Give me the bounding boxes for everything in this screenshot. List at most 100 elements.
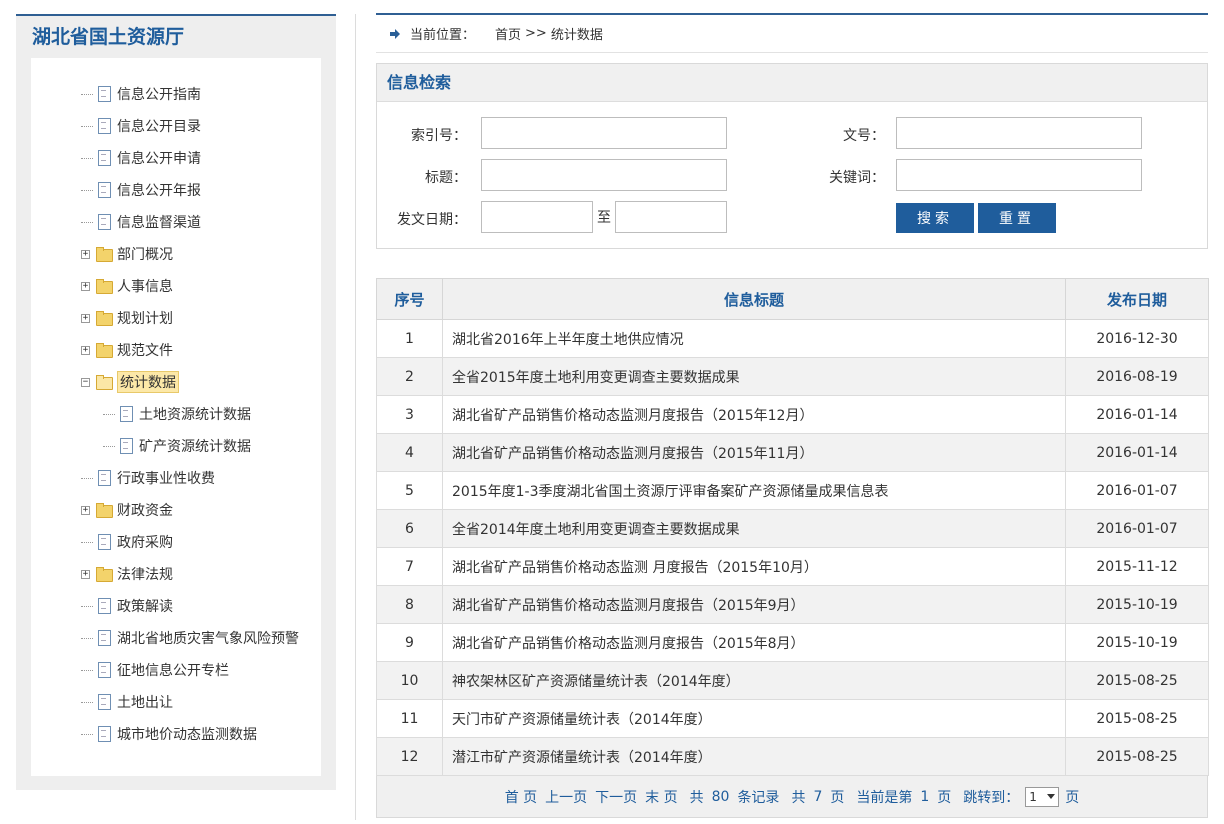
sidebar-item[interactable]: + 财政资金 bbox=[81, 494, 173, 526]
sidebar-item[interactable]: 城市地价动态监测数据 bbox=[81, 718, 257, 750]
row-title-link[interactable]: 2015年度1-3季度湖北省国土资源厅评审备案矿产资源储量成果信息表 bbox=[442, 471, 1066, 510]
sidebar-item[interactable]: 信息公开年报 bbox=[81, 174, 201, 206]
row-number: 5 bbox=[376, 471, 443, 510]
keyword-input[interactable] bbox=[896, 159, 1142, 191]
sidebar-item[interactable]: 土地出让 bbox=[81, 686, 173, 718]
sidebar-item-label: 信息公开年报 bbox=[117, 183, 201, 199]
sidebar-item[interactable]: 信息公开申请 bbox=[81, 142, 201, 174]
expand-icon[interactable]: + bbox=[81, 249, 90, 259]
sidebar-item[interactable]: 政府采购 bbox=[81, 526, 173, 558]
total-pages-prefix: 共 bbox=[791, 789, 806, 806]
expand-icon[interactable]: + bbox=[81, 281, 90, 291]
document-icon bbox=[95, 662, 113, 678]
search-panel-title: 信息检索 bbox=[377, 64, 1207, 102]
tree-connector bbox=[103, 413, 115, 415]
sidebar-item[interactable]: 行政事业性收费 bbox=[81, 462, 215, 494]
reset-button[interactable]: 重置 bbox=[978, 203, 1056, 233]
row-title-link[interactable]: 湖北省矿产品销售价格动态监测月度报告（2015年11月） bbox=[442, 433, 1066, 472]
end-date-input[interactable] bbox=[615, 201, 727, 233]
document-number-input[interactable] bbox=[896, 117, 1142, 149]
row-title-link[interactable]: 湖北省矿产品销售价格动态监测月度报告（2015年9月） bbox=[442, 585, 1066, 624]
folder-icon bbox=[95, 342, 113, 358]
start-date-input[interactable] bbox=[481, 201, 593, 233]
row-title-link[interactable]: 湖北省2016年上半年度土地供应情况 bbox=[442, 319, 1066, 358]
title-input[interactable] bbox=[481, 159, 727, 191]
table-row: 10 神农架林区矿产资源储量统计表（2014年度） 2015-08-25 bbox=[376, 661, 1209, 700]
expand-icon[interactable]: + bbox=[81, 345, 90, 355]
sidebar-title: 湖北省国土资源厅 bbox=[32, 26, 185, 48]
chevron-down-icon bbox=[1047, 794, 1056, 799]
sidebar-item[interactable]: 信息监督渠道 bbox=[81, 206, 201, 238]
table-row: 8 湖北省矿产品销售价格动态监测月度报告（2015年9月） 2015-10-19 bbox=[376, 585, 1209, 624]
sidebar-item[interactable]: + 规划计划 bbox=[81, 302, 173, 334]
row-title-link[interactable]: 全省2014年度土地利用变更调查主要数据成果 bbox=[442, 509, 1066, 548]
table-row: 2 全省2015年度土地利用变更调查主要数据成果 2016-08-19 bbox=[376, 357, 1209, 396]
first-page-link[interactable]: 首 页 bbox=[505, 787, 537, 807]
document-icon bbox=[95, 470, 113, 486]
sidebar-item[interactable]: 信息公开指南 bbox=[81, 78, 201, 110]
sidebar-item[interactable]: + 人事信息 bbox=[81, 270, 173, 302]
row-title-link[interactable]: 湖北省矿产品销售价格动态监测月度报告（2015年8月） bbox=[442, 623, 1066, 662]
row-title-link[interactable]: 神农架林区矿产资源储量统计表（2014年度） bbox=[442, 661, 1066, 700]
sidebar-item[interactable]: 信息公开目录 bbox=[81, 110, 201, 142]
sidebar-item[interactable]: 矿产资源统计数据 bbox=[103, 430, 251, 462]
row-title-link[interactable]: 天门市矿产资源储量统计表（2014年度） bbox=[442, 699, 1066, 738]
sidebar-item[interactable]: + 部门概况 bbox=[81, 238, 173, 270]
current-page: 1 bbox=[920, 788, 930, 805]
expand-icon[interactable]: + bbox=[81, 313, 90, 323]
sidebar-item[interactable]: 征地信息公开专栏 bbox=[81, 654, 229, 686]
sidebar-item[interactable]: 湖北省地质灾害气象风险预警 bbox=[81, 622, 299, 654]
table-row: 12 潜江市矿产资源储量统计表（2014年度） 2015-08-25 bbox=[376, 737, 1209, 776]
row-number: 8 bbox=[376, 585, 443, 624]
sidebar-item[interactable]: 政策解读 bbox=[81, 590, 173, 622]
expand-icon[interactable]: + bbox=[81, 569, 90, 579]
row-number: 4 bbox=[376, 433, 443, 472]
title-label: 标题： bbox=[425, 170, 467, 186]
page-jump-select[interactable]: 1 bbox=[1025, 786, 1060, 807]
row-title-link[interactable]: 湖北省矿产品销售价格动态监测 月度报告（2015年10月） bbox=[442, 547, 1066, 586]
row-title-link[interactable]: 湖北省矿产品销售价格动态监测月度报告（2015年12月） bbox=[442, 395, 1066, 434]
document-icon bbox=[117, 438, 135, 454]
sidebar-item[interactable]: + 法律法规 bbox=[81, 558, 173, 590]
tree-connector bbox=[81, 733, 93, 735]
tree-connector bbox=[81, 541, 93, 543]
pagination: 首 页 上一页 下一页 末 页 共 80 条记录 共 7 页 当前是第 1 页 … bbox=[376, 776, 1208, 818]
row-date: 2015-08-25 bbox=[1065, 661, 1209, 700]
sidebar-item[interactable]: − 统计数据 bbox=[81, 366, 179, 398]
breadcrumb-home-link[interactable]: 首页 bbox=[495, 24, 521, 43]
tree-connector bbox=[81, 93, 93, 95]
column-divider bbox=[355, 14, 356, 820]
header-number: 序号 bbox=[376, 278, 443, 320]
arrow-right-icon bbox=[390, 28, 400, 39]
folder-open-icon bbox=[95, 374, 113, 390]
sidebar-item-label: 规划计划 bbox=[117, 311, 173, 327]
document-icon bbox=[95, 150, 113, 166]
row-title-link[interactable]: 潜江市矿产资源储量统计表（2014年度） bbox=[442, 737, 1066, 776]
search-button[interactable]: 搜索 bbox=[896, 203, 974, 233]
sidebar-tree: 信息公开指南 信息公开目录 信息公开申请 信息公开年报 信息监督渠道 + 部门概况 + 人事信息… bbox=[31, 58, 321, 776]
breadcrumb-current-link[interactable]: 统计数据 bbox=[551, 24, 603, 43]
tree-connector bbox=[103, 445, 115, 447]
collapse-icon[interactable]: − bbox=[81, 377, 90, 387]
row-date: 2015-08-25 bbox=[1065, 699, 1209, 738]
sidebar-item-label: 人事信息 bbox=[117, 279, 173, 295]
next-page-link[interactable]: 下一页 bbox=[595, 787, 637, 807]
row-date: 2016-01-14 bbox=[1065, 433, 1209, 472]
breadcrumb: 当前位置： 首页 >> 统计数据 bbox=[376, 13, 1208, 53]
index-number-input[interactable] bbox=[481, 117, 727, 149]
sidebar-item-label: 行政事业性收费 bbox=[117, 471, 215, 487]
total-records-suffix: 条记录 bbox=[737, 789, 780, 806]
search-panel: 信息检索 索引号： 文号： 标题： 关键词： 发文日期： 至 搜索 重置 bbox=[376, 63, 1208, 249]
table-row: 3 湖北省矿产品销售价格动态监测月度报告（2015年12月） 2016-01-14 bbox=[376, 395, 1209, 434]
header-title: 信息标题 bbox=[442, 278, 1066, 320]
table-row: 9 湖北省矿产品销售价格动态监测月度报告（2015年8月） 2015-10-19 bbox=[376, 623, 1209, 662]
sidebar-item[interactable]: + 规范文件 bbox=[81, 334, 173, 366]
row-title-link[interactable]: 全省2015年度土地利用变更调查主要数据成果 bbox=[442, 357, 1066, 396]
prev-page-link[interactable]: 上一页 bbox=[545, 787, 587, 807]
last-page-link[interactable]: 末 页 bbox=[645, 787, 677, 807]
sidebar-item[interactable]: 土地资源统计数据 bbox=[103, 398, 251, 430]
expand-icon[interactable]: + bbox=[81, 505, 90, 515]
publish-date-label: 发文日期： bbox=[397, 212, 467, 228]
document-icon bbox=[95, 598, 113, 614]
row-number: 2 bbox=[376, 357, 443, 396]
